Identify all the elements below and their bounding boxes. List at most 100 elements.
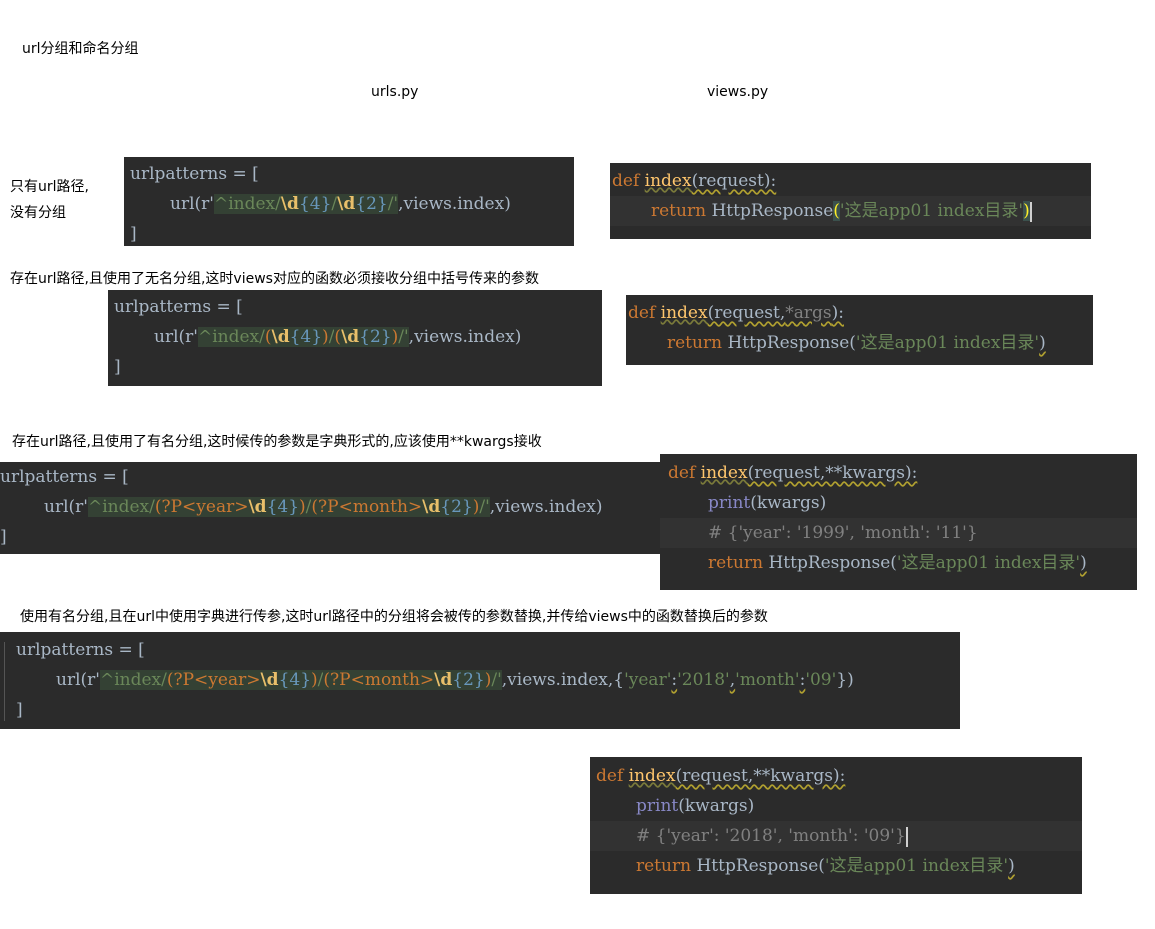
code-text: ,views.index) <box>408 327 522 347</box>
section1-views-code: def index(request): return HttpResponse(… <box>610 163 1091 239</box>
views-file-heading: views.py <box>707 84 769 100</box>
code-text: url(r' <box>154 327 198 347</box>
code-text: (request): <box>691 171 777 191</box>
regex-quantifier: {2} <box>452 670 485 690</box>
code-text: *args <box>785 303 832 323</box>
regex-quantifier: {2} <box>355 194 388 214</box>
page-title: url分组和命名分组 <box>22 41 139 57</box>
code-text: ] <box>114 357 121 377</box>
regex-digit: \d <box>434 670 453 690</box>
regex-group: ) <box>311 670 318 690</box>
regex-quantifier: {2} <box>440 497 473 517</box>
code-comment: # {'year': '2018', 'month': '09'} <box>636 826 906 846</box>
keyword: return <box>708 553 764 573</box>
keyword: return <box>651 201 707 221</box>
code-text: urlpatterns = [ <box>0 467 129 487</box>
code-text: ] <box>0 527 7 547</box>
code-text: HttpResponse <box>711 201 834 221</box>
regex-text: /' <box>491 670 502 690</box>
section4-urls-code: urlpatterns = [ url(r'^index/(?P<year>\d… <box>0 632 960 729</box>
regex-digit: \d <box>341 327 360 347</box>
function-name: index <box>700 463 748 483</box>
regex-group: (?P<year> <box>154 497 249 517</box>
urls-file-heading: urls.py <box>371 84 419 100</box>
section2-urls-code: urlpatterns = [ url(r'^index/(\d{4})/(\d… <box>108 290 602 386</box>
string-literal: '2018' <box>677 670 730 690</box>
code-text: (kwargs) <box>750 493 827 513</box>
code-text: HttpResponse( <box>768 553 897 573</box>
code-text: (kwargs) <box>678 796 755 816</box>
string-literal: 'month' <box>735 670 800 690</box>
code-text: HttpResponse( <box>727 333 856 353</box>
string-literal: '这是app01 index目录' <box>855 333 1040 353</box>
regex-group: (?P<month> <box>311 497 423 517</box>
code-text: ) <box>1039 333 1046 353</box>
keyword: def <box>612 171 640 191</box>
function-name: index <box>628 766 676 786</box>
regex-digit: \d <box>337 194 356 214</box>
keyword: return <box>636 856 692 876</box>
code-text: ) <box>1008 856 1015 876</box>
string-literal: '这是app01 index目录' <box>896 553 1081 573</box>
text-cursor <box>1029 201 1032 222</box>
regex-digit: \d <box>280 194 299 214</box>
regex-group: ) <box>299 497 306 517</box>
regex-group: ) <box>322 327 329 347</box>
section2-views-code: def index(request,*args): return HttpRes… <box>626 295 1093 365</box>
regex-digit: \d <box>248 497 267 517</box>
keyword: def <box>668 463 696 483</box>
section1-label-line1: 只有url路径, <box>10 179 89 195</box>
code-text: }) <box>836 670 854 690</box>
regex-quantifier: {4} <box>298 194 332 214</box>
section3-views-code: def index(request,**kwargs): print(kwarg… <box>660 454 1137 590</box>
builtin-name: print <box>708 493 751 513</box>
section1-label-line2: 没有分组 <box>10 205 66 221</box>
code-text: (request,**kwargs): <box>747 463 918 483</box>
regex-group: (?P<year> <box>166 670 261 690</box>
code-text: urlpatterns = [ <box>114 297 243 317</box>
code-text: ) <box>1023 201 1030 221</box>
regex-text: ^index/ <box>87 497 155 517</box>
regex-text: ^index/ <box>99 670 167 690</box>
code-text: ,views.index,{ <box>501 670 625 690</box>
code-text: ): <box>831 303 844 323</box>
regex-text: ^index/ <box>197 327 265 347</box>
code-text: ,views.index) <box>489 497 603 517</box>
text-cursor <box>905 826 908 847</box>
regex-text: /' <box>387 194 399 214</box>
regex-quantifier: {4} <box>289 327 323 347</box>
code-text: urlpatterns = [ <box>130 164 259 184</box>
regex-text: /' <box>398 327 409 347</box>
function-name: index <box>660 303 708 323</box>
code-text: url(r' <box>56 670 100 690</box>
code-text: (request, <box>707 303 786 323</box>
section3-urls-code: urlpatterns = [ url(r'^index/(?P<year>\d… <box>0 462 662 554</box>
regex-text: /' <box>479 497 490 517</box>
regex-quantifier: {4} <box>266 497 300 517</box>
regex-text: ^index/ <box>213 194 281 214</box>
regex-quantifier: {2} <box>359 327 392 347</box>
code-text: url(r' <box>44 497 88 517</box>
keyword: def <box>628 303 656 323</box>
code-comment: # {'year': '1999', 'month': '11'} <box>708 523 978 543</box>
string-literal: '09' <box>805 670 837 690</box>
section3-label: 存在url路径,且使用了有名分组,这时候传的参数是字典形式的,应该使用**kwa… <box>12 434 542 450</box>
code-text: (request,**kwargs): <box>675 766 846 786</box>
regex-digit: \d <box>271 327 290 347</box>
code-text: urlpatterns = [ <box>16 640 145 660</box>
section4-views-code: def index(request,**kwargs): print(kwarg… <box>590 757 1082 894</box>
keyword: def <box>596 766 624 786</box>
keyword: return <box>667 333 723 353</box>
string-literal: '这是app01 index目录' <box>839 201 1024 221</box>
section1-urls-code: urlpatterns = [ url(r'^index/\d{4}/\d{2}… <box>124 157 574 246</box>
regex-quantifier: {4} <box>278 670 312 690</box>
builtin-name: print <box>636 796 679 816</box>
regex-digit: \d <box>260 670 279 690</box>
regex-group: (?P<month> <box>323 670 435 690</box>
code-text: ( <box>833 201 840 221</box>
regex-digit: \d <box>422 497 441 517</box>
string-literal: 'year' <box>624 670 672 690</box>
code-text: ) <box>1080 553 1087 573</box>
string-literal: '这是app01 index目录' <box>824 856 1009 876</box>
code-text: ] <box>130 224 137 244</box>
